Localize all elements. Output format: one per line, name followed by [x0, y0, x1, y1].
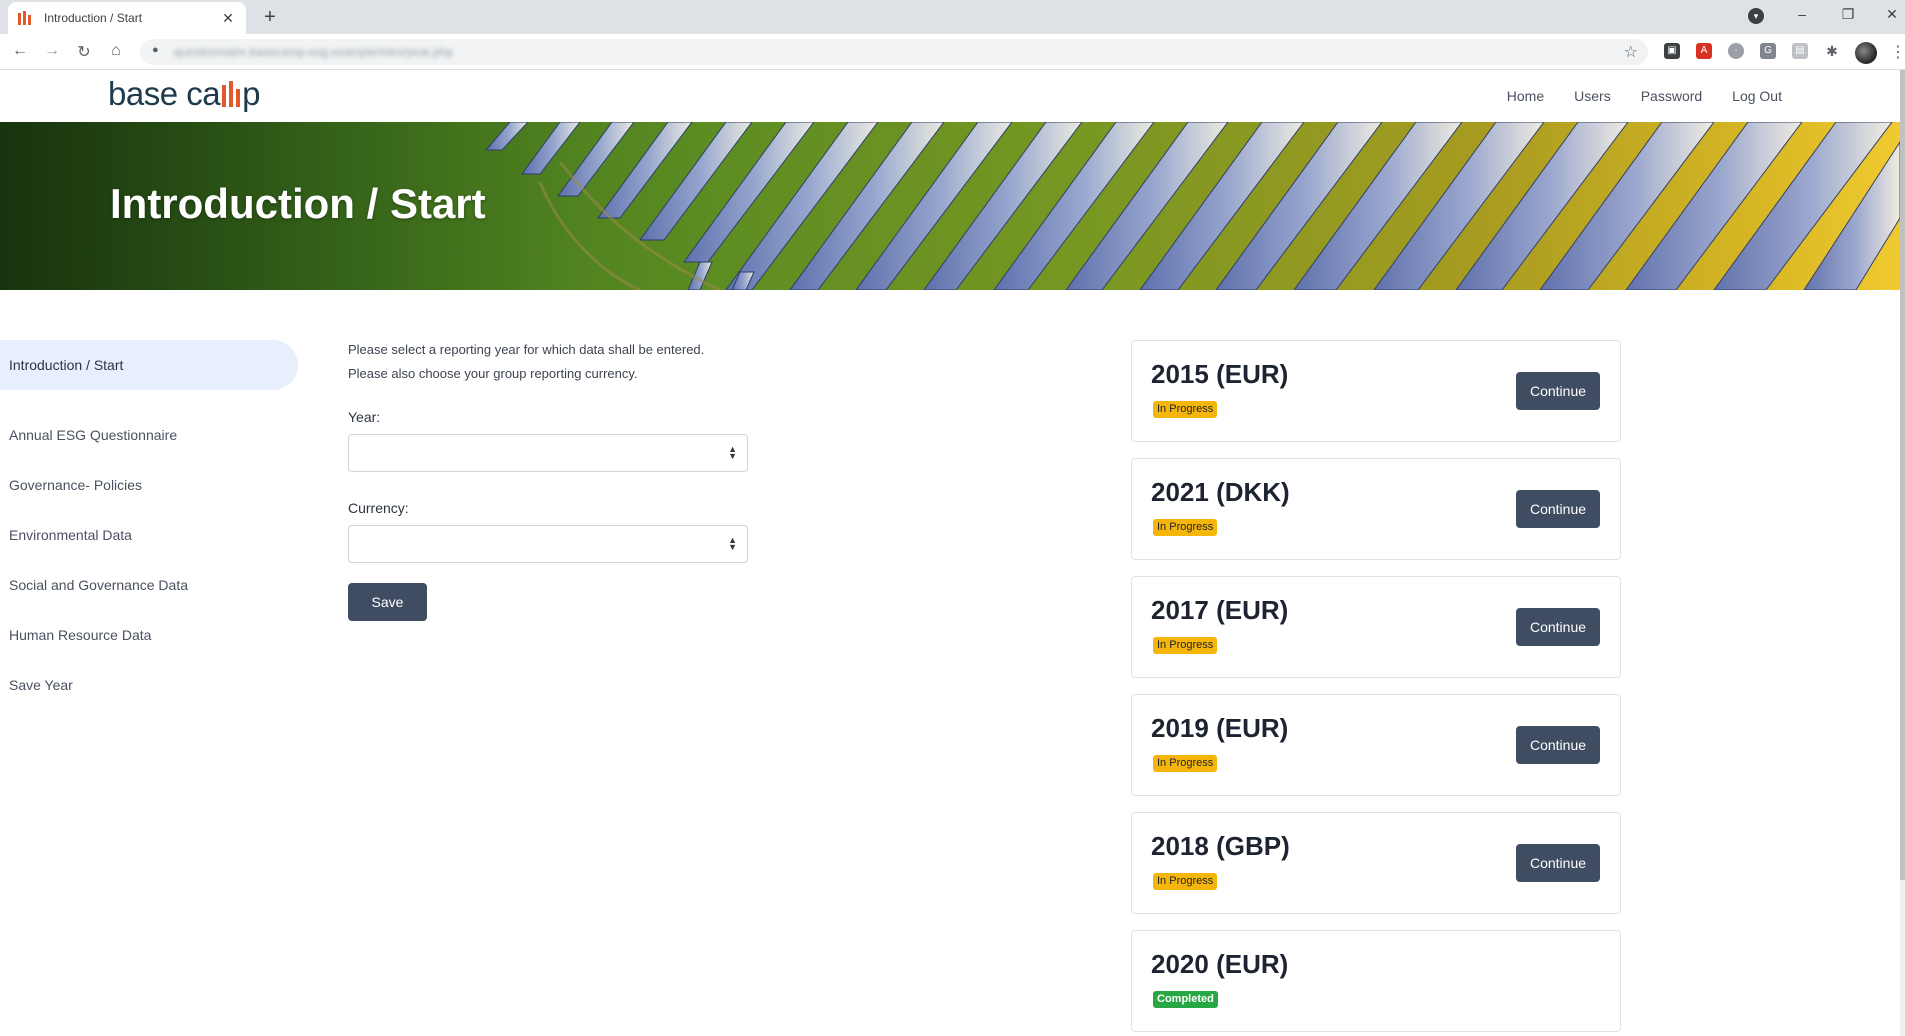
nav-users-link[interactable]: Users — [1574, 88, 1611, 104]
year-card: 2017 (EUR) In Progress Continue — [1131, 576, 1621, 678]
bookmark-star-icon[interactable]: ☆ — [1624, 42, 1638, 62]
page-title: Introduction / Start — [110, 180, 486, 227]
select-arrows-icon: ▲ ▼ — [728, 444, 737, 461]
extension-icon[interactable]: G — [1760, 43, 1776, 59]
reporting-year-form: Please select a reporting year for which… — [348, 338, 748, 621]
site-header: base ca p Home Users Password Log Out — [0, 70, 1900, 122]
nav-home-link[interactable]: Home — [1507, 88, 1544, 104]
browser-tab[interactable]: Introduction / Start ✕ — [8, 2, 246, 34]
reload-icon[interactable]: ↻ — [74, 42, 94, 62]
logo-text-left: base ca — [108, 75, 221, 112]
browser-tab-title: Introduction / Start — [44, 11, 143, 25]
extension-icon[interactable]: · — [1728, 43, 1744, 59]
minimize-icon[interactable]: – — [1792, 6, 1812, 22]
year-card-title: 2015 (EUR) — [1151, 359, 1289, 389]
sidebar: Introduction / Start Annual ESG Question… — [0, 340, 300, 710]
year-card: 2015 (EUR) In Progress Continue — [1131, 340, 1621, 442]
year-select[interactable]: ▲ ▼ — [348, 434, 748, 472]
sidebar-item-environmental-data[interactable]: Environmental Data — [0, 510, 300, 560]
extension-icon[interactable]: ▤ — [1792, 43, 1808, 59]
sidebar-item-introduction[interactable]: Introduction / Start — [0, 340, 298, 390]
status-badge: In Progress — [1153, 519, 1218, 536]
year-card-title: 2021 (DKK) — [1151, 477, 1290, 507]
tab-close-icon[interactable]: ✕ — [220, 10, 236, 27]
forward-icon[interactable]: → — [42, 42, 62, 60]
year-card-title: 2019 (EUR) — [1151, 713, 1289, 743]
continue-button[interactable]: Continue — [1516, 608, 1600, 646]
restore-icon[interactable]: ❐ — [1838, 6, 1858, 23]
nav-password-link[interactable]: Password — [1641, 88, 1702, 104]
browser-toolbar: ← → ↻ ⌂ ● questionnaire.basecamp-esg.exa… — [0, 34, 1905, 70]
continue-button[interactable]: Continue — [1516, 372, 1600, 410]
status-badge: In Progress — [1153, 401, 1218, 418]
window-close-icon[interactable]: ✕ — [1882, 6, 1902, 23]
sidebar-item-governance-policies[interactable]: Governance- Policies — [0, 460, 300, 510]
year-card: 2020 (EUR) Completed — [1131, 930, 1621, 1032]
select-arrows-icon: ▲ ▼ — [728, 535, 737, 552]
sidebar-item-human-resource-data[interactable]: Human Resource Data — [0, 610, 300, 660]
top-nav: Home Users Password Log Out — [1507, 88, 1782, 104]
continue-button[interactable]: Continue — [1516, 844, 1600, 882]
year-card-title: 2020 (EUR) — [1151, 949, 1289, 979]
tab-search-icon[interactable]: ▾ — [1748, 8, 1764, 24]
form-intro-line-1: Please select a reporting year for which… — [348, 342, 705, 357]
page-scrollbar[interactable] — [1900, 70, 1905, 1036]
sidebar-item-social-governance-data[interactable]: Social and Governance Data — [0, 560, 300, 610]
sidebar-item-annual-esg-questionnaire[interactable]: Annual ESG Questionnaire — [0, 410, 300, 460]
year-label: Year: — [348, 409, 381, 425]
save-button[interactable]: Save — [348, 583, 427, 621]
pdf-extension-icon[interactable]: A — [1696, 43, 1712, 59]
browser-tab-strip: Introduction / Start ✕ + ▾ – ❐ ✕ — [0, 0, 1905, 34]
address-bar[interactable]: ● questionnaire.basecamp-esg.example/int… — [140, 39, 1648, 65]
profile-avatar[interactable] — [1855, 42, 1877, 64]
lock-icon: ● — [152, 44, 159, 56]
logo-text-right: p — [242, 75, 260, 112]
home-icon[interactable]: ⌂ — [106, 42, 126, 60]
extensions-puzzle-icon[interactable]: ✱ — [1824, 43, 1840, 59]
back-icon[interactable]: ← — [10, 42, 30, 60]
currency-select[interactable]: ▲ ▼ — [348, 525, 748, 563]
scrollbar-thumb[interactable] — [1900, 70, 1905, 880]
year-card-title: 2018 (GBP) — [1151, 831, 1290, 861]
currency-label: Currency: — [348, 500, 409, 516]
hero-banner: Introduction / Start — [0, 122, 1900, 290]
year-card: 2021 (DKK) In Progress Continue — [1131, 458, 1621, 560]
logo-bars-icon — [222, 81, 241, 107]
site-favicon-icon — [18, 11, 34, 25]
web-page: base ca p Home Users Password Log Out In… — [0, 70, 1905, 1036]
year-card-title: 2017 (EUR) — [1151, 595, 1289, 625]
continue-button[interactable]: Continue — [1516, 726, 1600, 764]
form-intro-line-2: Please also choose your group reporting … — [348, 366, 638, 381]
year-card: 2019 (EUR) In Progress Continue — [1131, 694, 1621, 796]
reporting-years-list: 2015 (EUR) In Progress Continue 2021 (DK… — [1131, 340, 1621, 1036]
basecamp-logo[interactable]: base ca p — [108, 75, 260, 113]
year-card: 2018 (GBP) In Progress Continue — [1131, 812, 1621, 914]
nav-logout-link[interactable]: Log Out — [1732, 88, 1782, 104]
continue-button[interactable]: Continue — [1516, 490, 1600, 528]
status-badge: In Progress — [1153, 873, 1218, 890]
new-tab-icon[interactable]: + — [258, 6, 282, 28]
browser-menu-icon[interactable]: ⋮ — [1890, 42, 1905, 62]
status-badge: Completed — [1153, 991, 1218, 1008]
status-badge: In Progress — [1153, 755, 1218, 772]
extension-icon[interactable]: ▣ — [1664, 43, 1680, 59]
sidebar-item-save-year[interactable]: Save Year — [0, 660, 300, 710]
address-url: questionnaire.basecamp-esg.example/intro… — [174, 45, 453, 59]
status-badge: In Progress — [1153, 637, 1218, 654]
